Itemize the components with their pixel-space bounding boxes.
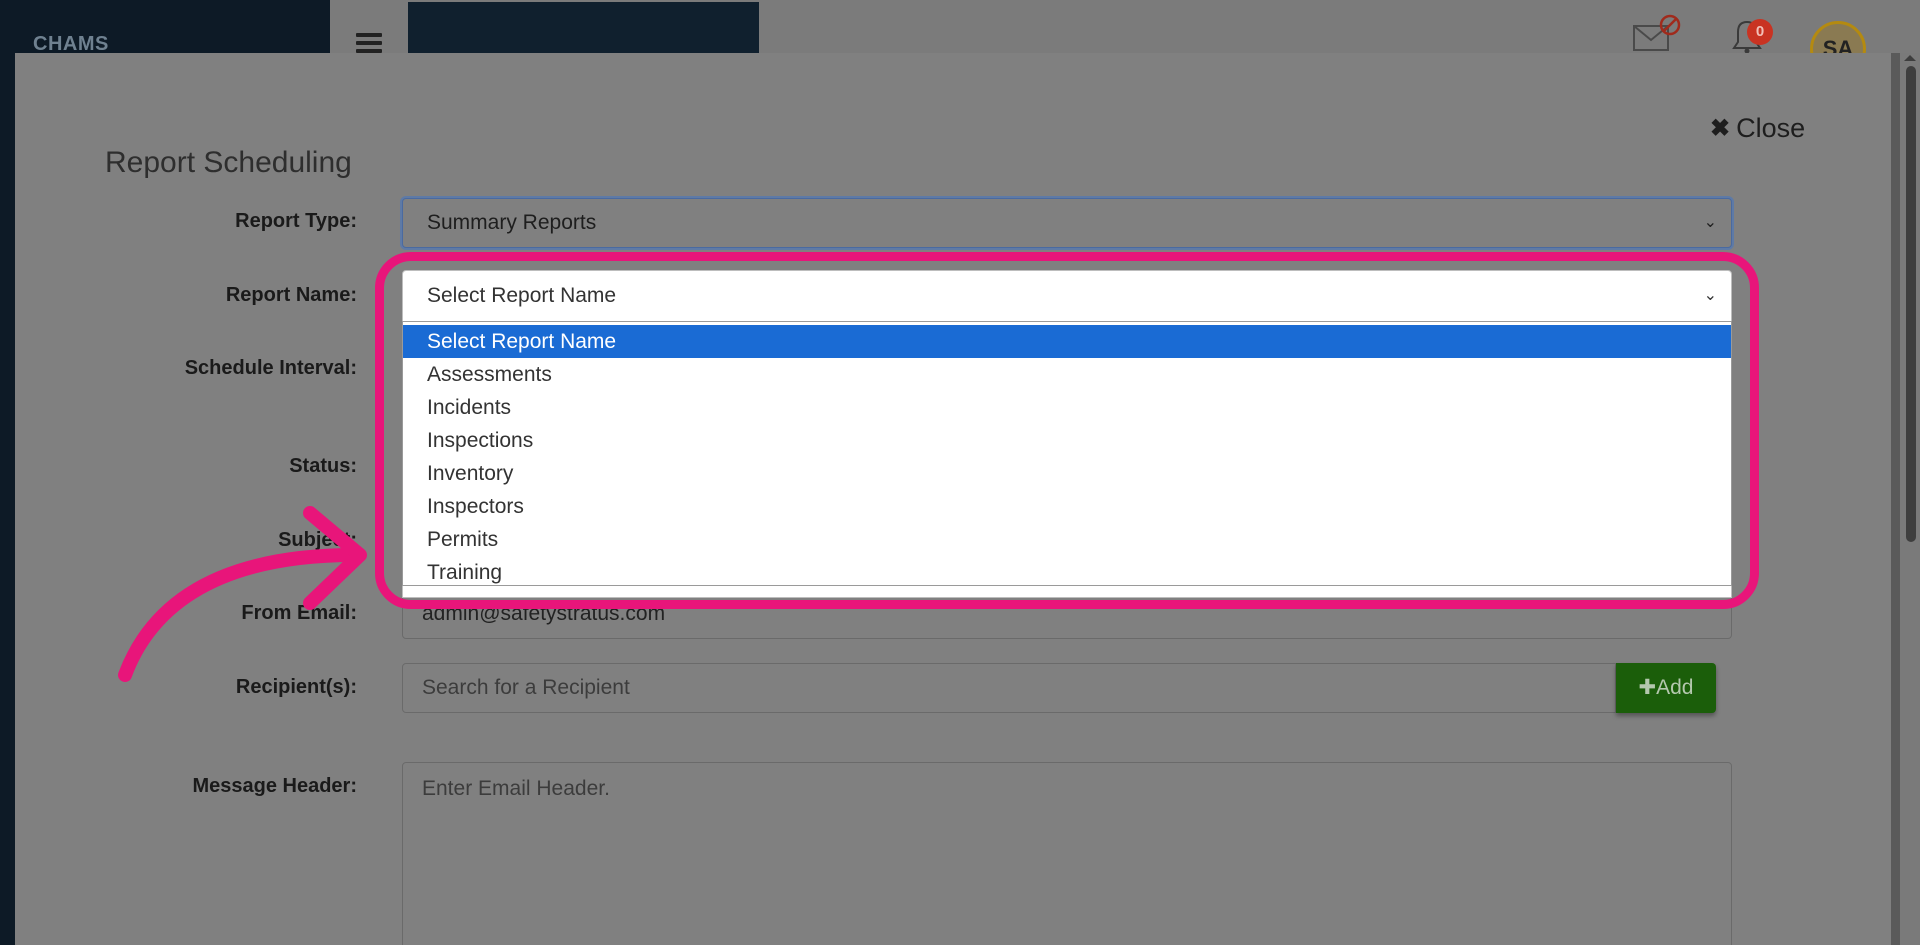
report-type-value: Summary Reports: [427, 211, 597, 234]
message-header-label: Message Header:: [192, 775, 357, 797]
close-icon: ✖: [1710, 115, 1731, 142]
dropdown-option[interactable]: Permits: [403, 523, 1731, 556]
dropdown-option[interactable]: Inventory: [403, 457, 1731, 490]
dropdown-option[interactable]: Incidents: [403, 391, 1731, 424]
chevron-down-icon: ⌄: [1703, 214, 1717, 231]
scroll-up-icon[interactable]: [1904, 55, 1916, 61]
report-name-label: Report Name:: [225, 284, 357, 306]
add-label: Add: [1656, 676, 1694, 699]
status-label: Status:: [289, 455, 357, 477]
report-name-dropdown-list: Select Report Name Assessments Incidents…: [402, 321, 1732, 586]
dropdown-option[interactable]: Assessments: [403, 358, 1731, 391]
close-button[interactable]: ✖ Close: [1710, 113, 1805, 144]
add-recipient-button[interactable]: ✚Add: [1616, 663, 1716, 713]
chevron-down-icon: ⌄: [1703, 287, 1717, 304]
message-header-placeholder: Enter Email Header.: [422, 777, 610, 800]
modal-title: Report Scheduling: [105, 146, 352, 179]
report-name-value: Select Report Name: [427, 284, 617, 307]
pointer-arrow-icon: [118, 506, 367, 682]
close-label: Close: [1736, 113, 1806, 143]
mail-blocked-icon[interactable]: [1632, 14, 1682, 54]
recipient-search-input[interactable]: Search for a Recipient: [402, 663, 1616, 713]
schedule-interval-label: Schedule Interval:: [184, 357, 357, 379]
scroll-thumb[interactable]: [1906, 66, 1916, 542]
plus-icon: ✚: [1638, 676, 1657, 699]
message-header-textarea[interactable]: Enter Email Header.: [402, 762, 1732, 945]
recipient-placeholder: Search for a Recipient: [422, 676, 630, 699]
dropdown-option[interactable]: Training: [403, 556, 1731, 589]
report-type-select[interactable]: Summary Reports ⌄: [402, 198, 1732, 248]
report-name-select[interactable]: Select Report Name ⌄: [402, 270, 1732, 322]
report-type-label: Report Type:: [235, 210, 357, 232]
subject-field-edge: [402, 586, 1732, 598]
dropdown-option[interactable]: Select Report Name: [403, 325, 1731, 358]
dropdown-option[interactable]: Inspectors: [403, 490, 1731, 523]
topbar-search-area: [408, 2, 759, 54]
notification-badge: 0: [1747, 19, 1773, 45]
dropdown-option[interactable]: Inspections: [403, 424, 1731, 457]
menu-icon[interactable]: [356, 33, 382, 53]
from-email-value: admin@safetystratus.com: [422, 602, 666, 625]
